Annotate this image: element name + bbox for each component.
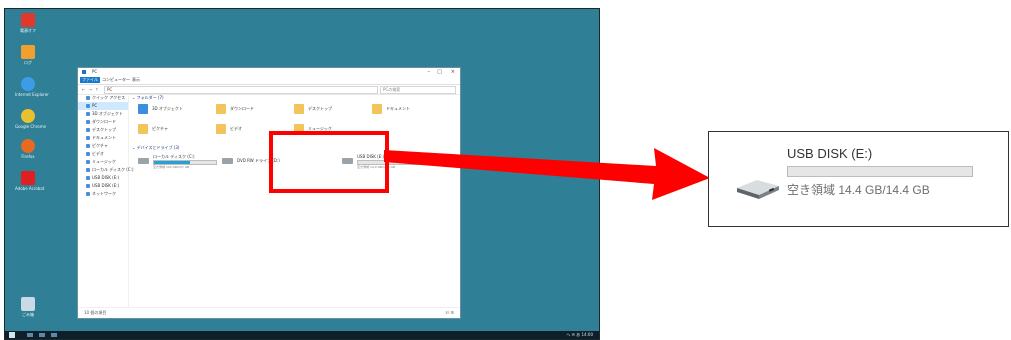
- acrobat-icon: [21, 171, 35, 185]
- arrow-annotation: [384, 148, 710, 200]
- drive-item-c[interactable]: ローカル ディスク (C:) 空き領域 100 GB/237 GB: [138, 154, 220, 172]
- folder-item[interactable]: ダウンロード: [216, 104, 286, 118]
- desktop-icon-chrome[interactable]: Google Chrome: [15, 109, 46, 129]
- window-title: PC: [92, 69, 98, 74]
- address-bar[interactable]: PC: [104, 86, 378, 94]
- search-input[interactable]: PCの検索: [380, 86, 456, 94]
- star-icon: [86, 96, 90, 100]
- nav-item[interactable]: ローカル ディスク (C:): [78, 166, 134, 174]
- tab-computer[interactable]: コンピューター: [100, 77, 132, 83]
- capacity-bar-fill: [154, 161, 190, 164]
- music-icon: [86, 160, 90, 164]
- cube-icon: [86, 112, 90, 116]
- free-space-text: 空き領域 14.4 GB/14.4 GB: [787, 183, 930, 197]
- nav-item[interactable]: ビデオ: [78, 150, 128, 158]
- quick-access-icon[interactable]: [82, 70, 86, 74]
- usb-icon: [86, 184, 90, 188]
- drives-heading[interactable]: ⌄ デバイスとドライブ (3): [132, 144, 179, 151]
- nav-item[interactable]: USB DISK (E:): [78, 174, 128, 182]
- usb-drive-zoom-panel: USB DISK (E:) 空き領域 14.4 GB/14.4 GB: [708, 131, 1009, 227]
- ribbon: ファイル コンピューター 表示: [78, 76, 460, 85]
- nav-item[interactable]: ミュージック: [78, 158, 128, 166]
- video-icon: [86, 152, 90, 156]
- desktop-icon-acrobat[interactable]: Adobe Acrobat: [15, 171, 44, 191]
- minimize-icon[interactable]: –: [428, 69, 431, 75]
- disk-icon: [86, 168, 90, 172]
- usb-icon: [86, 176, 90, 180]
- firefox-icon: [21, 139, 35, 153]
- desktop-icon: [86, 128, 90, 132]
- tab-file[interactable]: ファイル: [80, 77, 100, 83]
- nav-item[interactable]: 3D オブジェクト: [78, 110, 128, 118]
- taskbar-app-icon[interactable]: [51, 333, 57, 337]
- desktop-icon-power[interactable]: 電源オフ: [15, 13, 41, 33]
- recycle-bin-icon: [21, 297, 35, 311]
- tab-view[interactable]: 表示: [130, 77, 142, 83]
- download-icon: [86, 120, 90, 124]
- highlight-box: [269, 131, 389, 193]
- close-icon[interactable]: ×: [451, 69, 455, 75]
- folder-item[interactable]: 3D オブジェクト: [138, 104, 208, 118]
- folder-icon: [138, 104, 148, 114]
- app-icon: [21, 45, 35, 59]
- internet-explorer-icon: [21, 77, 35, 91]
- nav-item[interactable]: ダウンロード: [78, 118, 128, 126]
- maximize-icon[interactable]: □: [437, 69, 442, 75]
- desktop-icon-firefox[interactable]: Firefox: [15, 139, 41, 159]
- nav-buttons[interactable]: ← → ↑: [82, 87, 100, 92]
- folders-heading[interactable]: ⌄ フォルダー (7): [132, 94, 164, 101]
- system-tray[interactable]: へ ✉ あ 14:00: [566, 332, 593, 338]
- folder-icon: [216, 124, 226, 134]
- network-icon: [86, 192, 90, 196]
- folder-icon: [216, 104, 226, 114]
- folder-item[interactable]: ピクチャ: [138, 124, 208, 138]
- drive-name: USB DISK (E:): [787, 146, 873, 161]
- nav-item-pc[interactable]: PC: [78, 102, 128, 110]
- nav-item[interactable]: クイック アクセス: [78, 94, 128, 102]
- desktop-icon-ie[interactable]: Internet Explorer: [15, 77, 49, 97]
- folder-icon: [138, 124, 148, 134]
- usb-drive-icon: [735, 174, 781, 204]
- taskbar: へ ✉ あ 14:00: [5, 331, 599, 339]
- folder-icon: [294, 104, 304, 114]
- desktop-icon-log[interactable]: ログ: [15, 45, 41, 65]
- capacity-bar: [787, 166, 973, 177]
- arrow-shape: [384, 148, 710, 200]
- navigation-pane: クイック アクセス PC 3D オブジェクト ダウンロード デスクトップ ドキュ…: [78, 94, 134, 308]
- nav-item[interactable]: USB DISK (E:): [78, 182, 128, 190]
- power-icon: [21, 13, 35, 27]
- nav-item[interactable]: ネットワーク: [78, 190, 128, 198]
- taskbar-app-icon[interactable]: [27, 333, 33, 337]
- title-bar: PC – □ ×: [78, 68, 460, 76]
- status-bar: 10 個の項目 ☷ ☰: [78, 307, 460, 318]
- document-icon: [86, 136, 90, 140]
- folder-icon: [372, 104, 382, 114]
- chrome-icon: [21, 109, 35, 123]
- content-pane: ⌄ フォルダー (7) 3D オブジェクト ダウンロード デスクトップ ドキュメ…: [132, 94, 458, 308]
- folder-item[interactable]: デスクトップ: [294, 104, 364, 118]
- pc-icon: [86, 104, 90, 108]
- start-icon[interactable]: [9, 332, 15, 338]
- dvd-drive-icon: [222, 158, 233, 164]
- taskbar-app-icon[interactable]: [39, 333, 45, 337]
- hard-disk-icon: [138, 158, 149, 164]
- nav-item[interactable]: ピクチャ: [78, 142, 128, 150]
- folder-item[interactable]: ドキュメント: [372, 104, 442, 118]
- nav-item[interactable]: デスクトップ: [78, 126, 128, 134]
- view-toggle[interactable]: ☷ ☰: [446, 310, 454, 315]
- nav-item[interactable]: ドキュメント: [78, 134, 128, 142]
- picture-icon: [86, 144, 90, 148]
- desktop-icon-recycle-bin[interactable]: ごみ箱: [15, 297, 41, 317]
